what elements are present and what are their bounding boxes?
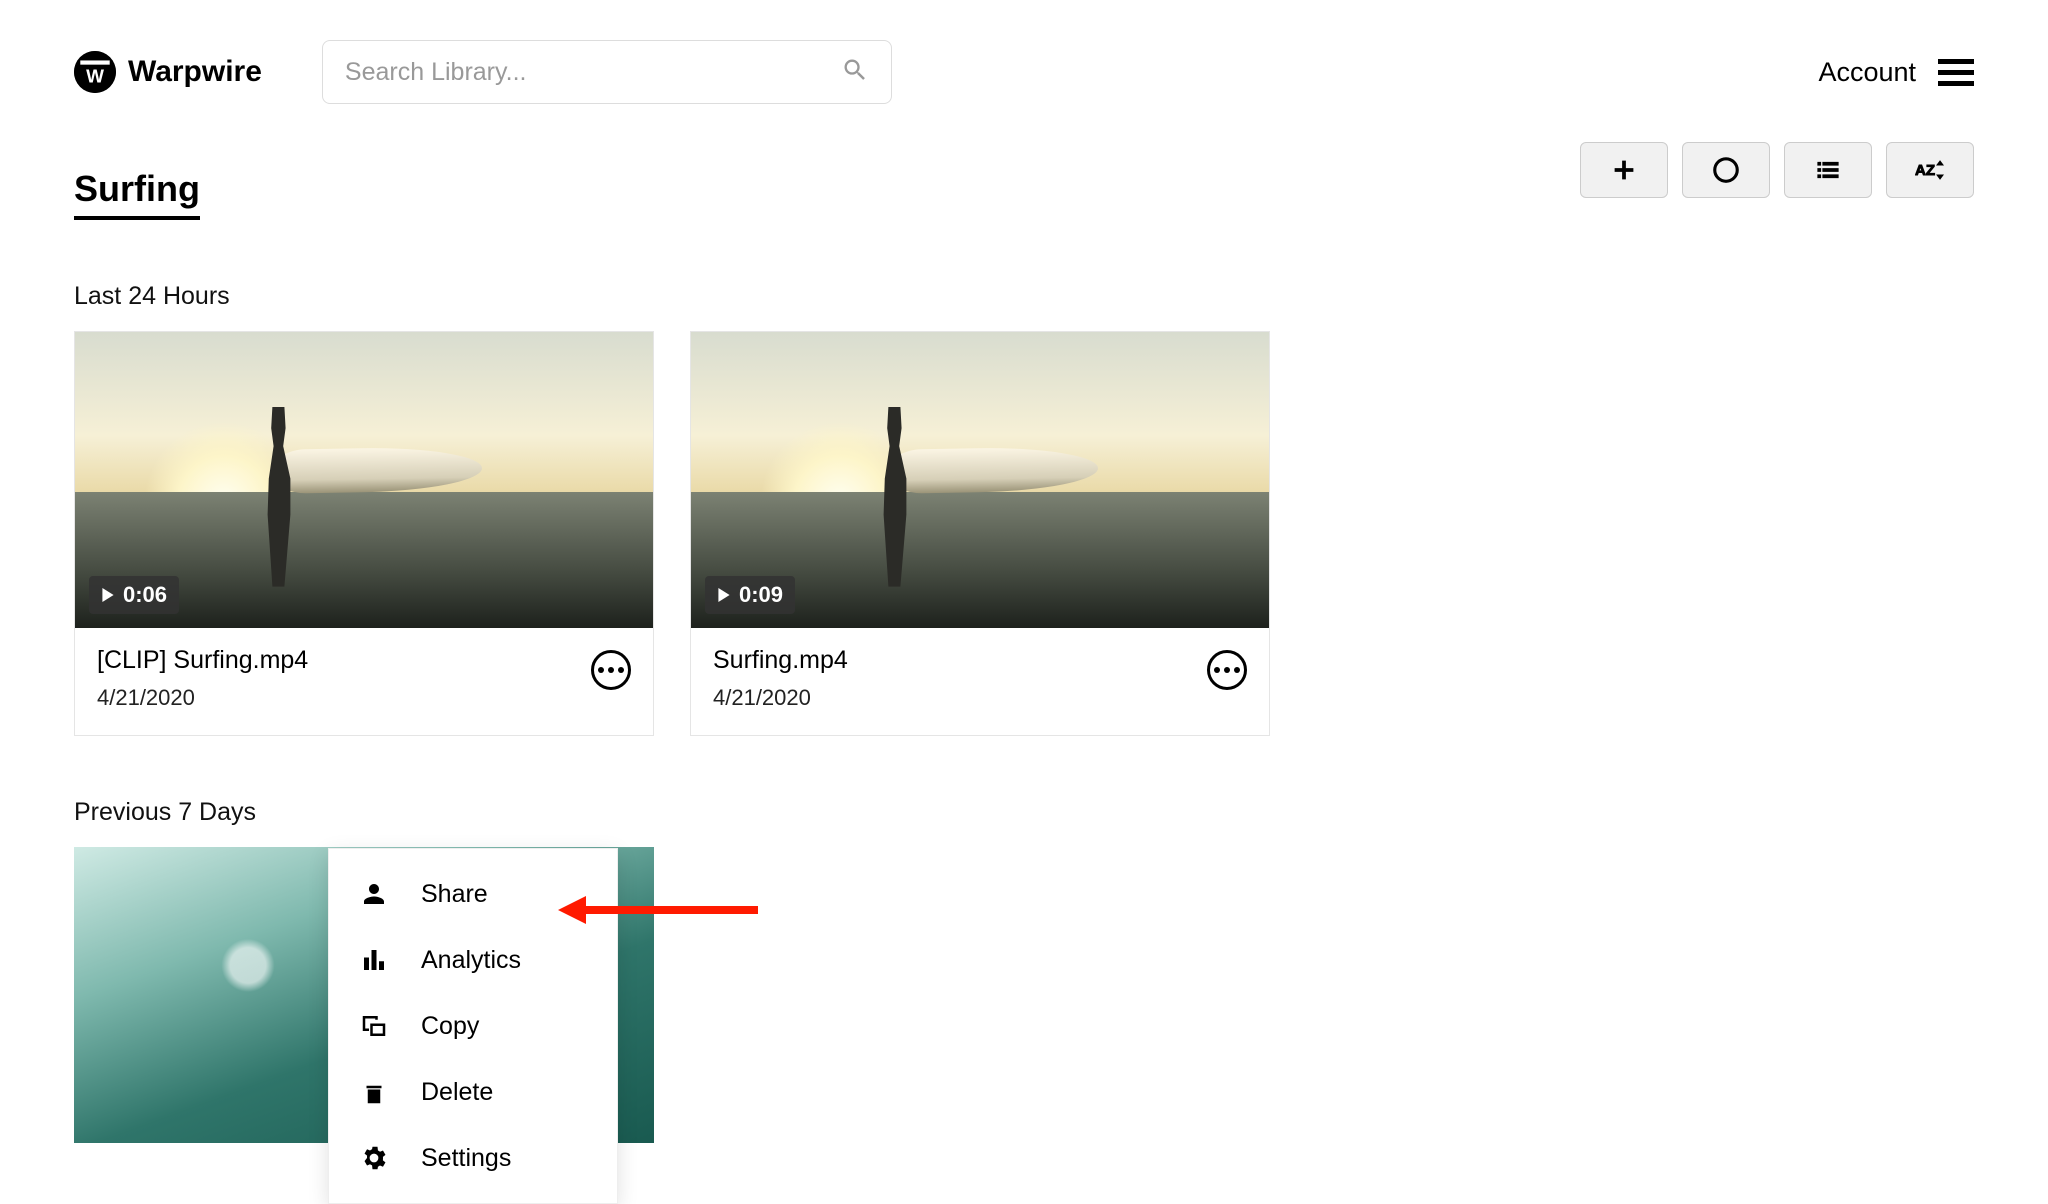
header-right: Account [1818,57,1974,88]
sort-az-icon: AZ [1915,155,1945,185]
menu-item-label: Copy [421,1012,479,1041]
menu-item-delete[interactable]: Delete [329,1059,617,1125]
menu-item-analytics[interactable]: Analytics [329,927,617,993]
svg-text:AZ: AZ [1915,162,1935,179]
list-view-button[interactable] [1784,142,1872,198]
plus-icon [1609,155,1639,185]
toolbar: AZ [1580,142,1974,198]
video-date: 4/21/2020 [713,685,848,711]
list-icon [1813,155,1843,185]
trash-icon [359,1077,389,1107]
person-icon [359,879,389,909]
video-thumbnail[interactable]: 0:06 [75,332,653,628]
menu-item-label: Delete [421,1078,493,1107]
svg-text:W: W [86,67,104,88]
video-title: [CLIP] Surfing.mp4 [97,646,308,675]
menu-item-copy[interactable]: Copy [329,993,617,1059]
duration-text: 0:06 [123,582,167,608]
menu-item-settings[interactable]: Settings [329,1125,617,1191]
card-row: 0:06 [CLIP] Surfing.mp4 4/21/2020 0:09 [74,331,1974,736]
header: W Warpwire Account [0,0,2048,128]
main: Surfing AZ Last 24 Hours 0:06 [0,128,2048,1143]
video-title: Surfing.mp4 [713,646,848,675]
library-title[interactable]: Surfing [74,168,200,220]
record-button[interactable] [1682,142,1770,198]
gear-icon [359,1143,389,1173]
circle-icon [1711,155,1741,185]
search-field[interactable] [322,40,892,104]
section-label-recent: Last 24 Hours [74,282,1974,311]
video-card[interactable]: 0:06 [CLIP] Surfing.mp4 4/21/2020 [74,331,654,736]
brand-logo[interactable]: W Warpwire [74,51,262,93]
annotation-arrow [558,892,758,928]
video-date: 4/21/2020 [97,685,308,711]
account-link[interactable]: Account [1818,57,1916,88]
more-options-button[interactable] [591,650,631,690]
search-input[interactable] [345,58,841,87]
barchart-icon [359,945,389,975]
play-icon [101,588,115,602]
hamburger-icon[interactable] [1938,59,1974,86]
menu-item-label: Analytics [421,946,521,975]
brand-name: Warpwire [128,55,262,89]
play-icon [717,588,731,602]
logo-icon: W [74,51,116,93]
video-thumbnail[interactable]: 0:09 [691,332,1269,628]
duration-badge: 0:09 [705,576,795,614]
sort-button[interactable]: AZ [1886,142,1974,198]
more-options-button[interactable] [1207,650,1247,690]
duration-text: 0:09 [739,582,783,608]
menu-item-label: Share [421,880,488,909]
menu-item-label: Settings [421,1144,511,1173]
duration-badge: 0:06 [89,576,179,614]
copy-icon [359,1011,389,1041]
add-button[interactable] [1580,142,1668,198]
section-label-prev7: Previous 7 Days [74,798,1974,827]
video-card[interactable]: 0:09 Surfing.mp4 4/21/2020 [690,331,1270,736]
search-icon[interactable] [841,56,869,89]
